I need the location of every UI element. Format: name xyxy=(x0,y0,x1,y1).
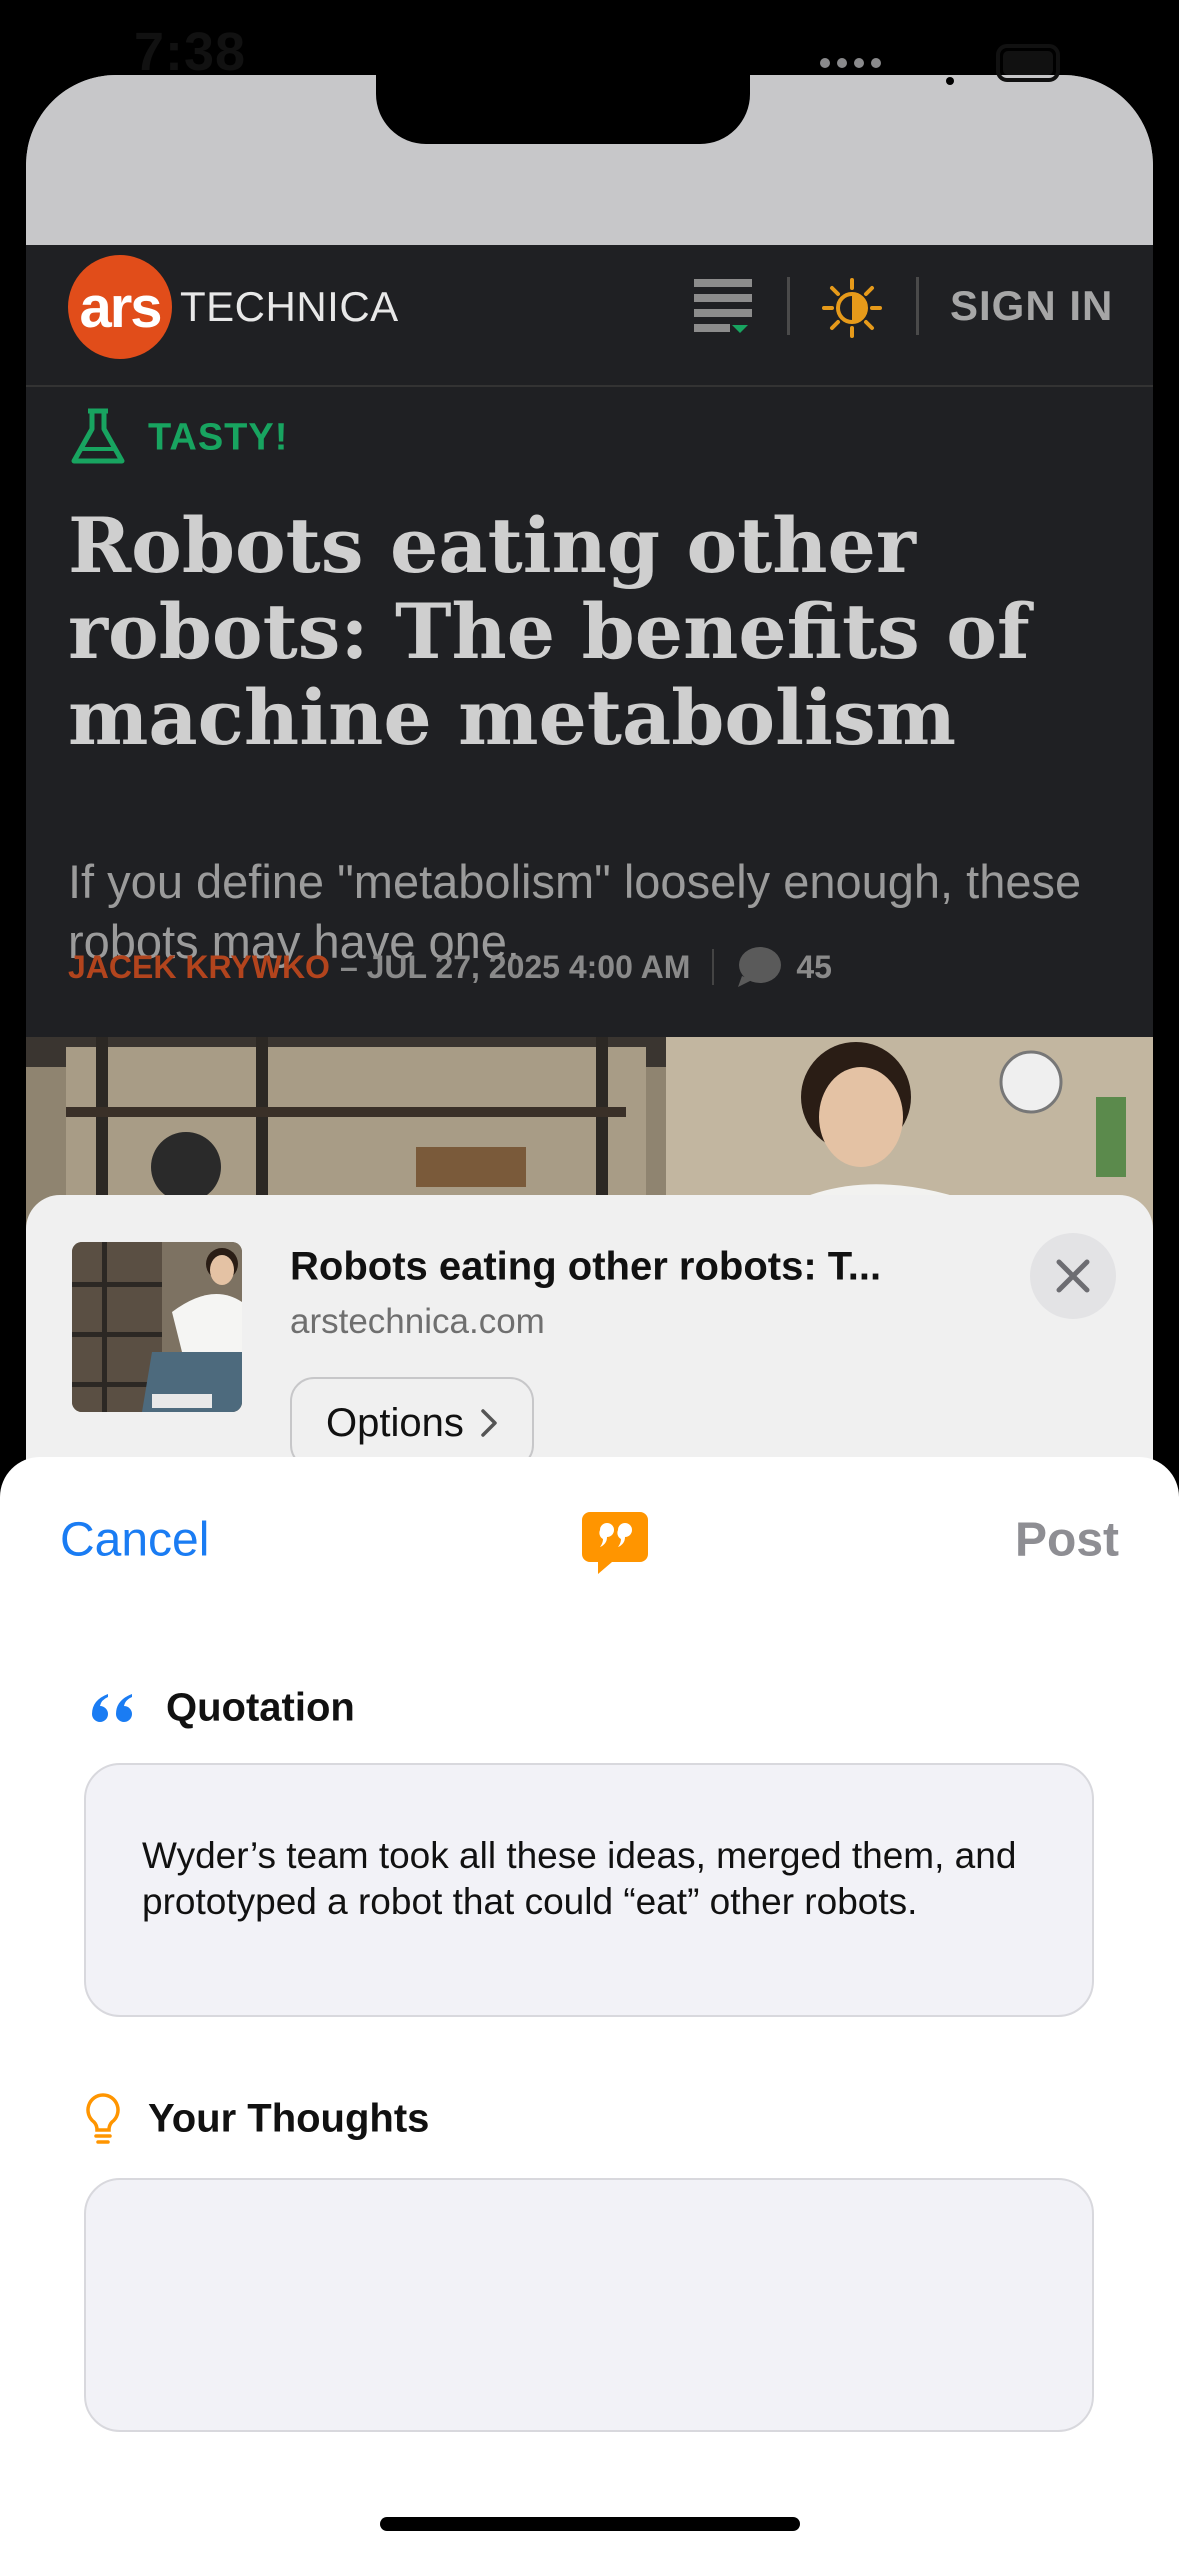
options-button[interactable]: Options xyxy=(290,1377,534,1469)
wifi-icon xyxy=(928,50,972,85)
preview-title: Robots eating other robots: T... xyxy=(290,1244,882,1289)
article-byline: JACEK KRYWKO – JUL 27, 2025 4:00 AM 45 xyxy=(68,946,832,988)
close-preview-button[interactable] xyxy=(1030,1233,1116,1319)
section-label[interactable]: TASTY! xyxy=(148,417,288,460)
nav-divider xyxy=(916,277,919,335)
dynamic-island xyxy=(376,50,750,144)
lightbulb-icon xyxy=(86,2093,120,2144)
cancel-button[interactable]: Cancel xyxy=(60,1513,209,1568)
publish-date: – JUL 27, 2025 4:00 AM xyxy=(339,948,691,985)
home-indicator xyxy=(380,2517,800,2531)
hamburger-menu-icon[interactable] xyxy=(692,275,754,337)
close-icon xyxy=(1056,1259,1090,1293)
quotation-mark-icon xyxy=(92,1694,132,1722)
byline-divider xyxy=(712,949,715,985)
ars-technica-logo[interactable]: ars TECHNICA xyxy=(68,255,399,359)
chevron-right-icon xyxy=(481,1409,497,1437)
flask-icon xyxy=(71,408,125,464)
quotation-field[interactable]: Wyder’s team took all these ideas, merge… xyxy=(84,1763,1094,2017)
preview-thumbnail xyxy=(72,1242,242,1412)
author-link[interactable]: JACEK KRYWKO xyxy=(68,949,330,986)
quotation-label: Quotation xyxy=(166,1685,355,1730)
battery-icon xyxy=(996,44,1060,82)
status-time: 7:38 xyxy=(134,22,247,82)
ars-logo-mark: ars xyxy=(68,255,172,359)
cellular-signal-icon xyxy=(820,58,881,68)
nav-divider xyxy=(787,277,790,335)
comment-count[interactable]: 45 xyxy=(796,949,832,986)
thoughts-label: Your Thoughts xyxy=(148,2096,430,2141)
options-label: Options xyxy=(326,1400,464,1445)
preview-domain: arstechnica.com xyxy=(290,1302,545,1341)
comment-bubble-icon[interactable] xyxy=(736,946,782,988)
thoughts-input[interactable] xyxy=(84,2178,1094,2432)
article-headline: Robots eating other robots: The benefits… xyxy=(68,501,1030,762)
sun-icon[interactable] xyxy=(821,277,883,339)
sign-in-link[interactable]: SIGN IN xyxy=(950,282,1113,330)
post-button[interactable]: Post xyxy=(1015,1513,1119,1568)
ars-logo-word: TECHNICA xyxy=(180,283,399,330)
quote-bubble-icon xyxy=(582,1512,648,1574)
quotation-text: Wyder’s team took all these ideas, merge… xyxy=(142,1835,1017,1922)
